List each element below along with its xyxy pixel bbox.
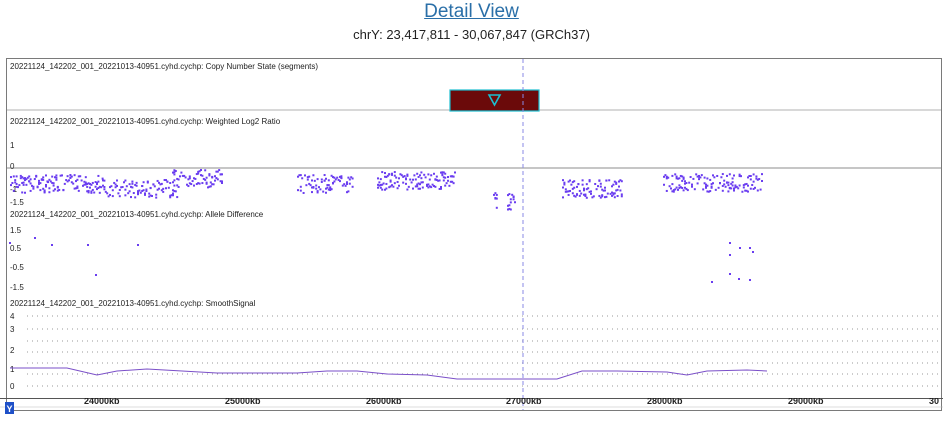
log2-tick-1: 1 <box>10 141 15 150</box>
smooth-tick-0: 0 <box>10 382 15 391</box>
log2-tick-neg1-5: -1.5 <box>10 198 24 207</box>
axis-tick-26000kb: 26000kb <box>366 398 402 406</box>
allele-tick-neg0-5: -0.5 <box>10 263 24 272</box>
page-title[interactable]: Detail View <box>0 1 943 23</box>
allele-difference-track: 20221124_142202_001_20221013-40951.cyhd.… <box>9 210 754 292</box>
smooth-tick-3: 3 <box>10 325 15 334</box>
detail-viewer[interactable]: 20221124_142202_001_20221013-40951.cyhd.… <box>6 58 942 411</box>
genomic-axis: 24000kb 25000kb 26000kb 27000kb 28000kb … <box>0 396 943 416</box>
log2-tick-0: 0 <box>10 162 15 171</box>
copy-number-segment[interactable] <box>449 89 540 112</box>
axis-tick-27000kb: 27000kb <box>506 398 542 406</box>
smooth-tick-2: 2 <box>10 346 15 355</box>
copy-number-track: 20221124_142202_001_20221013-40951.cyhd.… <box>7 62 941 112</box>
allele-tick-neg1-5: -1.5 <box>10 283 24 292</box>
axis-tick-29000kb: 29000kb <box>788 398 824 406</box>
smooth-tick-1: 1 <box>10 365 15 374</box>
allele-track-label: 20221124_142202_001_20221013-40951.cyhd.… <box>10 210 264 219</box>
allele-tick-1-5: 1.5 <box>10 226 22 235</box>
smooth-signal-track: 20221124_142202_001_20221013-40951.cyhd.… <box>10 299 941 391</box>
axis-tick-25000kb: 25000kb <box>225 398 261 406</box>
smooth-signal-line <box>10 367 768 380</box>
region-subtitle: chrY: 23,417,811 - 30,067,847 (GRCh37) <box>353 27 590 42</box>
axis-tick-28000kb: 28000kb <box>647 398 683 406</box>
header: Detail View chrY: 23,417,811 - 30,067,84… <box>0 0 943 48</box>
log2-points <box>10 169 763 211</box>
position-marker-label: Y <box>7 404 13 414</box>
copy-number-track-label: 20221124_142202_001_20221013-40951.cyhd.… <box>10 62 318 71</box>
axis-tick-30: 30 <box>929 398 939 406</box>
axis-tick-24000kb: 24000kb <box>84 398 120 406</box>
log2-track-label: 20221124_142202_001_20221013-40951.cyhd.… <box>10 117 281 126</box>
allele-tick-0-5: 0.5 <box>10 244 22 253</box>
smooth-track-label: 20221124_142202_001_20221013-40951.cyhd.… <box>10 299 256 308</box>
smooth-tick-4: 4 <box>10 312 15 321</box>
log2-ratio-track: 20221124_142202_001_20221013-40951.cyhd.… <box>7 117 941 211</box>
allele-points <box>9 237 754 283</box>
smooth-grid <box>27 315 941 387</box>
position-marker-icon[interactable]: Y <box>5 402 14 414</box>
